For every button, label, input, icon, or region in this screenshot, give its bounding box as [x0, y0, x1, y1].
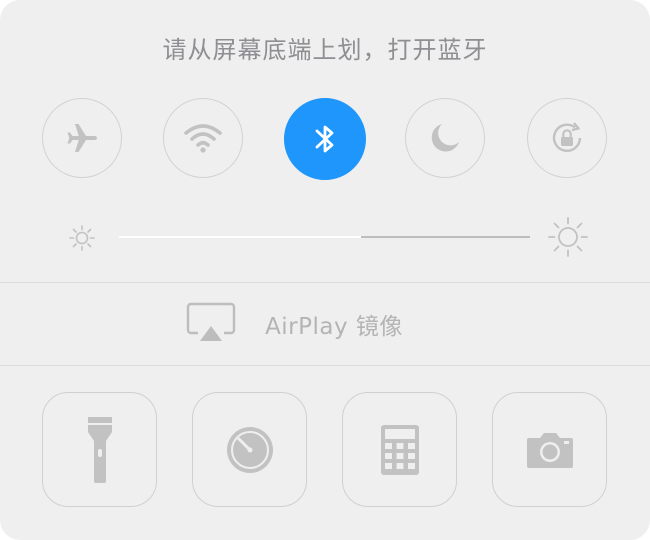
toggle-row [0, 98, 650, 180]
bluetooth-toggle[interactable] [284, 98, 366, 180]
airplay-label: AirPlay 镜像 [265, 314, 403, 340]
camera-icon [526, 432, 573, 468]
flashlight-button[interactable] [42, 392, 157, 507]
timer-icon [226, 426, 273, 473]
airplane-icon [67, 124, 97, 152]
instruction-text: 请从屏幕底端上划，打开蓝牙 [162, 36, 488, 64]
airplay-mirroring-button[interactable]: AirPlay 镜像 [0, 283, 650, 365]
camera-button[interactable] [492, 392, 607, 507]
wifi-icon [184, 124, 222, 153]
flashlight-icon [87, 416, 112, 483]
calculator-button[interactable] [342, 392, 457, 507]
airplane-mode-toggle[interactable] [42, 98, 122, 178]
brightness-thumb[interactable] [350, 226, 372, 248]
brightness-fill [119, 236, 362, 238]
brightness-slider [0, 217, 650, 258]
brightness-track[interactable] [119, 236, 530, 238]
do-not-disturb-toggle[interactable] [405, 98, 485, 178]
rotation-lock-icon [552, 122, 582, 152]
calculator-icon [380, 424, 419, 475]
bluetooth-icon [315, 125, 334, 153]
divider-bottom [0, 365, 650, 366]
brightness-low-icon [69, 225, 95, 251]
control-center-panel: 请从屏幕底端上划，打开蓝牙 AirPlay 镜像 [0, 0, 650, 540]
moon-icon [431, 124, 459, 152]
wifi-toggle[interactable] [163, 98, 243, 178]
brightness-high-icon [548, 217, 588, 257]
timer-button[interactable] [192, 392, 307, 507]
rotation-lock-toggle[interactable] [527, 98, 607, 178]
airplay-icon [186, 302, 236, 341]
shortcut-row [0, 392, 650, 508]
